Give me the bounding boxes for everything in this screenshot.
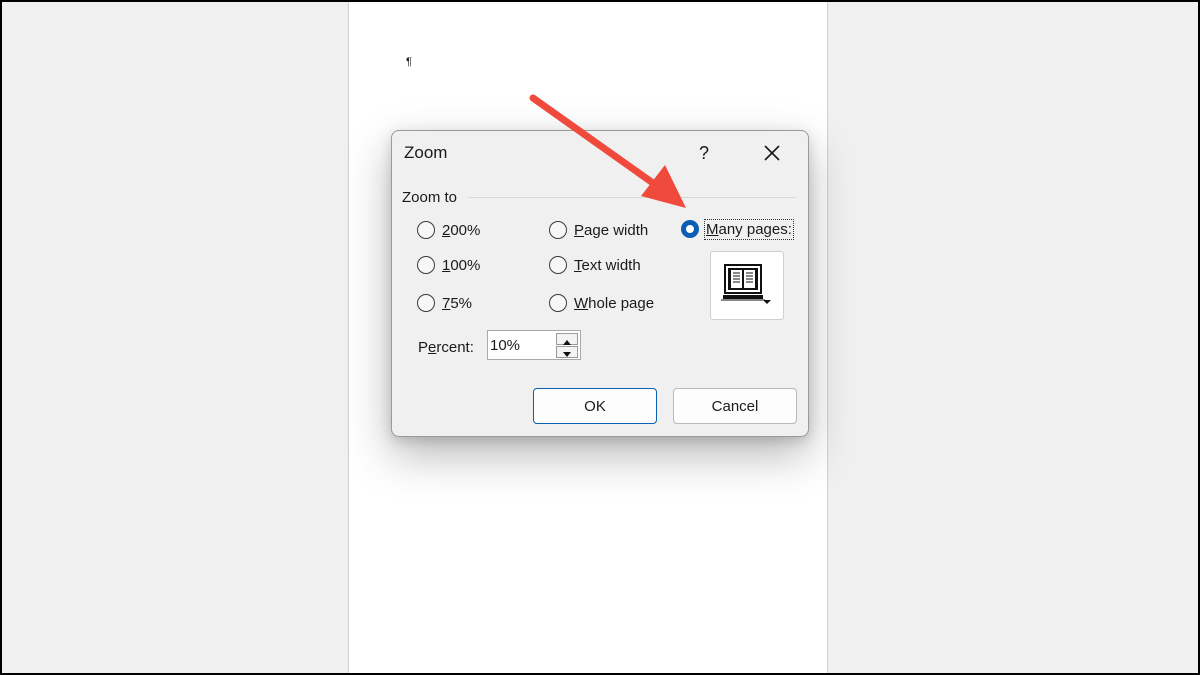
many-pages-picker-button[interactable] [710, 251, 784, 320]
radio-circle [417, 294, 435, 312]
radio-circle [417, 221, 435, 239]
percent-spinner [487, 330, 581, 360]
spin-up-button[interactable] [556, 333, 578, 345]
triangle-down-icon [563, 352, 571, 357]
zoom-dialog: Zoom ? Zoom to 200% 100% 75% Page width … [391, 130, 809, 437]
radio-label-200: 200% [442, 221, 481, 239]
dialog-title: Zoom [404, 143, 448, 162]
radio-label-page-width: Page width [574, 221, 649, 239]
radio-many-pages[interactable]: Many pages: [681, 218, 794, 240]
radio-100[interactable]: 100% [417, 256, 480, 274]
monitor-pages-icon [721, 264, 771, 304]
radio-circle [549, 221, 567, 239]
radio-label-many-pages: Many pages: [704, 218, 794, 240]
radio-text-width[interactable]: Text width [549, 256, 641, 274]
radio-label-75: 75% [442, 294, 473, 312]
spin-down-button[interactable] [556, 346, 578, 358]
radio-circle [549, 256, 567, 274]
radio-page-width[interactable]: Page width [549, 221, 648, 239]
ok-button[interactable]: OK [533, 388, 657, 424]
cancel-button[interactable]: Cancel [673, 388, 797, 424]
percent-label: Percent: [418, 339, 474, 356]
radio-circle [549, 294, 567, 312]
paragraph-mark: ¶ [406, 56, 412, 68]
radio-circle [417, 256, 435, 274]
dialog-titlebar[interactable]: Zoom ? [392, 131, 808, 175]
radio-label-100: 100% [442, 256, 481, 274]
radio-label-text-width: Text width [574, 256, 641, 274]
close-icon [764, 145, 780, 161]
radio-75[interactable]: 75% [417, 294, 472, 312]
close-button[interactable] [758, 139, 786, 167]
radio-circle-selected [681, 220, 699, 238]
radio-label-whole-page: Whole page [574, 294, 655, 312]
radio-200[interactable]: 200% [417, 221, 480, 239]
group-divider [468, 197, 796, 198]
percent-input[interactable] [490, 334, 550, 356]
help-button[interactable]: ? [690, 139, 718, 167]
radio-whole-page[interactable]: Whole page [549, 294, 654, 312]
zoom-to-label: Zoom to [402, 189, 458, 206]
